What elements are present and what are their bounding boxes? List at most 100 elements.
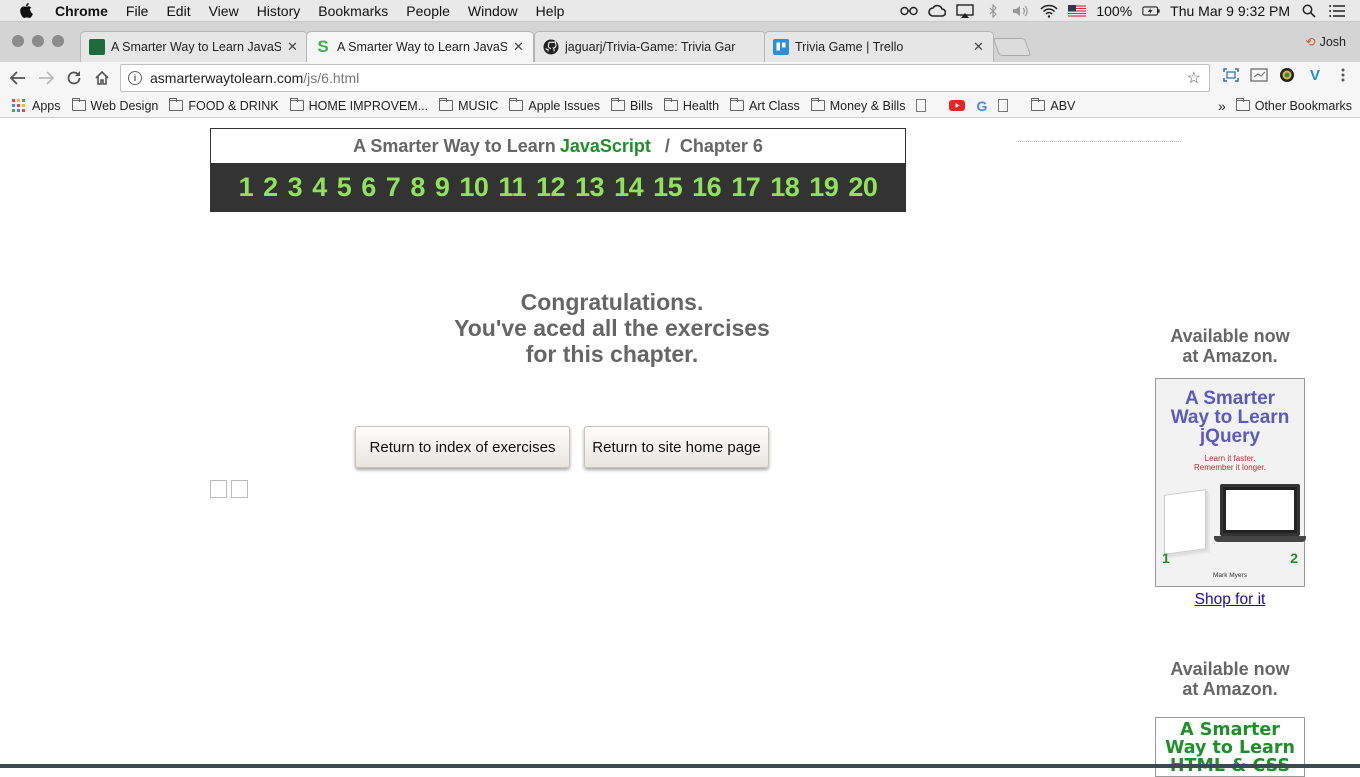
exercise-link-17[interactable]: 17 [726,172,765,203]
return-to-home-button[interactable]: Return to site home page [584,426,769,468]
google-icon: G [976,97,988,114]
page-icon [998,99,1009,112]
bookmark-label: Apps [32,98,61,113]
battery-icon[interactable] [1142,4,1160,18]
exercise-link-11[interactable]: 11 [493,172,531,203]
bookmark-google[interactable]: G [976,98,987,114]
exercise-link-18[interactable]: 18 [765,172,804,203]
bookmark-page-2[interactable] [998,99,1020,112]
tab-github-trivia-game[interactable]: jaguarj/Trivia-Game: Trivia Gar [534,31,766,62]
volume-icon[interactable] [1012,4,1030,18]
bookmark-star-icon[interactable]: ☆ [1187,68,1201,88]
bookmark-folder-web-design[interactable]: Web Design [71,98,158,113]
return-to-index-button[interactable]: Return to index of exercises [355,426,570,468]
zoom-window-button[interactable] [52,35,64,47]
menubar-clock[interactable]: Thu Mar 9 9:32 PM [1170,3,1290,19]
menu-history[interactable]: History [248,0,310,22]
chapter-navigation: A Smarter Way to Learn JavaScript / Chap… [210,128,906,212]
bookmark-folder-food-drink[interactable]: FOOD & DRINK [169,98,279,113]
bookmark-folder-music[interactable]: MUSIC [439,98,498,113]
html-css-book-cover[interactable]: A Smarter Way to Learn HTML & CSS [1155,717,1305,777]
bookmark-folder-health[interactable]: Health [663,98,719,113]
chapter-heading: A Smarter Way to Learn JavaScript / Chap… [211,129,905,163]
spotlight-search-icon[interactable] [1300,4,1318,18]
profile-button[interactable]: ⟲ Josh [1306,35,1346,49]
exercise-link-10[interactable]: 10 [454,172,493,203]
glasses-icon[interactable] [900,4,919,18]
bookmark-folder-bills[interactable]: Bills [610,98,653,113]
exercise-link-19[interactable]: 19 [804,172,843,203]
color-picker-icon[interactable] [1278,66,1296,84]
home-icon[interactable] [88,64,116,92]
smarter-way-s-favicon-icon: S [317,37,329,56]
menu-people[interactable]: People [397,0,459,22]
tab-close-icon[interactable]: ✕ [287,39,299,55]
exercise-link-7[interactable]: 7 [381,172,406,203]
exercise-link-16[interactable]: 16 [687,172,726,203]
menu-file[interactable]: File [117,0,158,22]
language-link[interactable]: JavaScript [560,136,651,157]
jquery-book-cover[interactable]: A Smarter Way to Learn jQuery Learn it f… [1155,378,1306,587]
exercise-link-6[interactable]: 6 [356,172,381,203]
reload-icon[interactable] [60,64,88,92]
address-bar[interactable]: i asmarterwaytolearn.com/js/6.html ☆ [120,64,1210,92]
bookmark-folder-other[interactable]: Other Bookmarks [1235,98,1352,113]
shop-for-it-link[interactable]: Shop for it [1140,591,1320,609]
menu-view[interactable]: View [200,0,248,22]
bookmark-folder-art-class[interactable]: Art Class [730,98,800,113]
exercise-link-13[interactable]: 13 [570,172,609,203]
tab-trello-trivia-game[interactable]: Trivia Game | Trello ✕ [764,31,994,62]
notification-center-icon[interactable] [1328,4,1346,18]
exercise-link-5[interactable]: 5 [332,172,357,203]
bookmark-label: Other Bookmarks [1254,98,1352,113]
new-tab-button[interactable] [992,38,1032,56]
youtube-icon [949,100,966,111]
tab-smarter-way-1[interactable]: A Smarter Way to Learn JavaS ✕ [80,31,308,62]
exercise-link-3[interactable]: 3 [283,172,308,203]
back-arrow-icon[interactable] [4,64,32,92]
menu-edit[interactable]: Edit [157,0,199,22]
bookmark-folder-apple-issues[interactable]: Apple Issues [509,98,600,113]
chrome-menu-icon[interactable] [1334,66,1352,84]
page-icon [916,99,927,112]
tab-smarter-way-active[interactable]: S A Smarter Way to Learn JavaS ✕ [306,31,534,62]
menu-bookmarks[interactable]: Bookmarks [309,0,397,22]
tab-close-icon[interactable]: ✕ [513,39,525,55]
bookmark-folder-abv[interactable]: ABV [1031,98,1075,113]
book-author: Mark Myers [1213,572,1247,579]
exercise-link-8[interactable]: 8 [405,172,430,203]
exercise-link-14[interactable]: 14 [609,172,648,203]
site-info-icon[interactable]: i [128,71,142,85]
more-bookmarks-chevron-icon[interactable]: » [1218,98,1226,114]
exercise-link-1[interactable]: 1 [234,172,259,203]
minimize-window-button[interactable] [32,35,44,47]
book-title: A Smarter Way to Learn jQuery [1156,389,1304,446]
apple-menu-icon[interactable] [18,2,36,20]
tab-close-icon[interactable]: ✕ [973,39,985,55]
bookmark-folder-money-bills[interactable]: Money & Bills [810,98,905,113]
screen-capture-icon[interactable] [1222,66,1240,84]
airplay-icon[interactable] [956,3,975,18]
exercise-link-12[interactable]: 12 [531,172,570,203]
forward-arrow-icon[interactable] [32,64,60,92]
wifi-icon[interactable] [1040,4,1058,18]
close-window-button[interactable] [12,35,24,47]
app-menu-chrome[interactable]: Chrome [46,0,117,22]
vimeo-extension-icon[interactable]: V [1306,66,1324,84]
exercise-link-20[interactable]: 20 [843,172,882,203]
menu-help[interactable]: Help [527,0,574,22]
exercise-link-9[interactable]: 9 [430,172,455,203]
bookmark-folder-home-improvement[interactable]: HOME IMPROVEM... [289,98,428,113]
bookmark-page-1[interactable] [916,99,938,112]
exercise-link-15[interactable]: 15 [648,172,687,203]
bookmark-youtube[interactable] [949,100,966,111]
menu-window[interactable]: Window [459,0,527,22]
bookmark-apps[interactable]: Apps [12,98,61,113]
us-flag-icon[interactable] [1068,4,1087,18]
cast-icon[interactable] [1250,66,1268,84]
exercise-link-4[interactable]: 4 [307,172,332,203]
exercise-link-2[interactable]: 2 [258,172,283,203]
creative-cloud-icon[interactable] [928,4,947,18]
book-title-line: Way to Learn [1165,738,1295,758]
bluetooth-icon[interactable] [984,3,1002,18]
